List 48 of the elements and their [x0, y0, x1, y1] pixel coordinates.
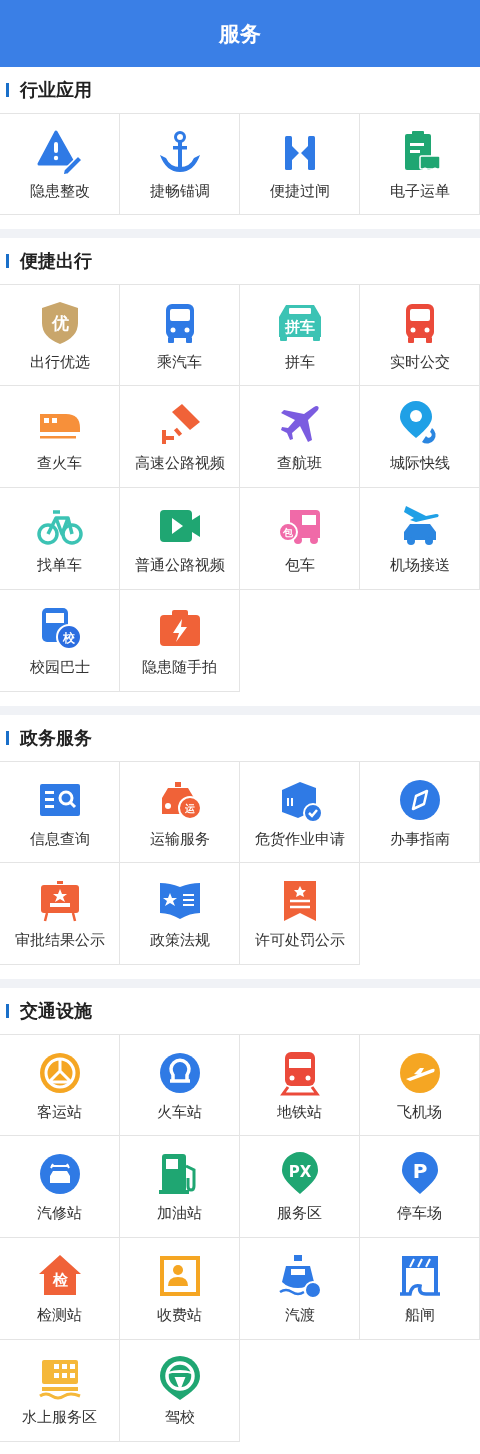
service-tile[interactable]: 客运站: [0, 1034, 120, 1136]
accent-bar: [6, 83, 9, 97]
service-tile[interactable]: 包 包车: [240, 488, 360, 590]
service-tile[interactable]: 危货作业申请: [240, 761, 360, 863]
section-title: 政务服务: [20, 726, 92, 750]
service-tile[interactable]: 高速公路视频: [120, 386, 240, 488]
page-title: 服务: [219, 20, 261, 48]
service-tile[interactable]: P 停车场: [360, 1136, 480, 1238]
service-tile[interactable]: 火车站: [120, 1034, 240, 1136]
service-tile[interactable]: 政策法规: [120, 863, 240, 965]
service-tile[interactable]: 检 检测站: [0, 1238, 120, 1340]
service-tile[interactable]: 地铁站: [240, 1034, 360, 1136]
service-tile[interactable]: 隐患随手拍: [120, 590, 240, 692]
service-tile[interactable]: 船闸: [360, 1238, 480, 1340]
service-tile[interactable]: 乘汽车: [120, 284, 240, 386]
service-tile[interactable]: 实时公交: [360, 284, 480, 386]
section-title: 交通设施: [20, 999, 92, 1023]
service-tile[interactable]: 机场接送: [360, 488, 480, 590]
service-tile[interactable]: 审批结果公示: [0, 863, 120, 965]
section-title: 行业应用: [20, 78, 92, 102]
section-title: 便捷出行: [20, 249, 92, 273]
service-tile[interactable]: 加油站: [120, 1136, 240, 1238]
service-tile[interactable]: 水上服务区: [0, 1340, 120, 1442]
service-tile[interactable]: 汽渡: [240, 1238, 360, 1340]
service-tile[interactable]: 办事指南: [360, 761, 480, 863]
service-tile[interactable]: 飞机场: [360, 1034, 480, 1136]
service-tile[interactable]: 信息查询: [0, 761, 120, 863]
accent-bar: [6, 1004, 9, 1018]
service-tile[interactable]: 找单车: [0, 488, 120, 590]
service-tile[interactable]: 查航班: [240, 386, 360, 488]
service-tile[interactable]: 捷畅锚调: [120, 113, 240, 215]
service-tile[interactable]: 汽修站: [0, 1136, 120, 1238]
accent-bar: [6, 731, 9, 745]
service-tile[interactable]: 驾校: [120, 1340, 240, 1442]
service-tile[interactable]: 城际快线: [360, 386, 480, 488]
accent-bar: [6, 254, 9, 268]
service-tile[interactable]: PX 服务区: [240, 1136, 360, 1238]
service-tile[interactable]: 许可处罚公示: [240, 863, 360, 965]
service-tile[interactable]: 拼车 拼车: [240, 284, 360, 386]
service-tile[interactable]: 优 出行优选: [0, 284, 120, 386]
service-tile[interactable]: 校 校园巴士: [0, 590, 120, 692]
service-tile[interactable]: 查火车: [0, 386, 120, 488]
service-tile[interactable]: 隐患整改: [0, 113, 120, 215]
service-tile[interactable]: 电子运单: [360, 113, 480, 215]
service-tile[interactable]: 便捷过闸: [240, 113, 360, 215]
service-tile[interactable]: 运 运输服务: [120, 761, 240, 863]
service-tile[interactable]: 收费站: [120, 1238, 240, 1340]
service-tile[interactable]: 普通公路视频: [120, 488, 240, 590]
